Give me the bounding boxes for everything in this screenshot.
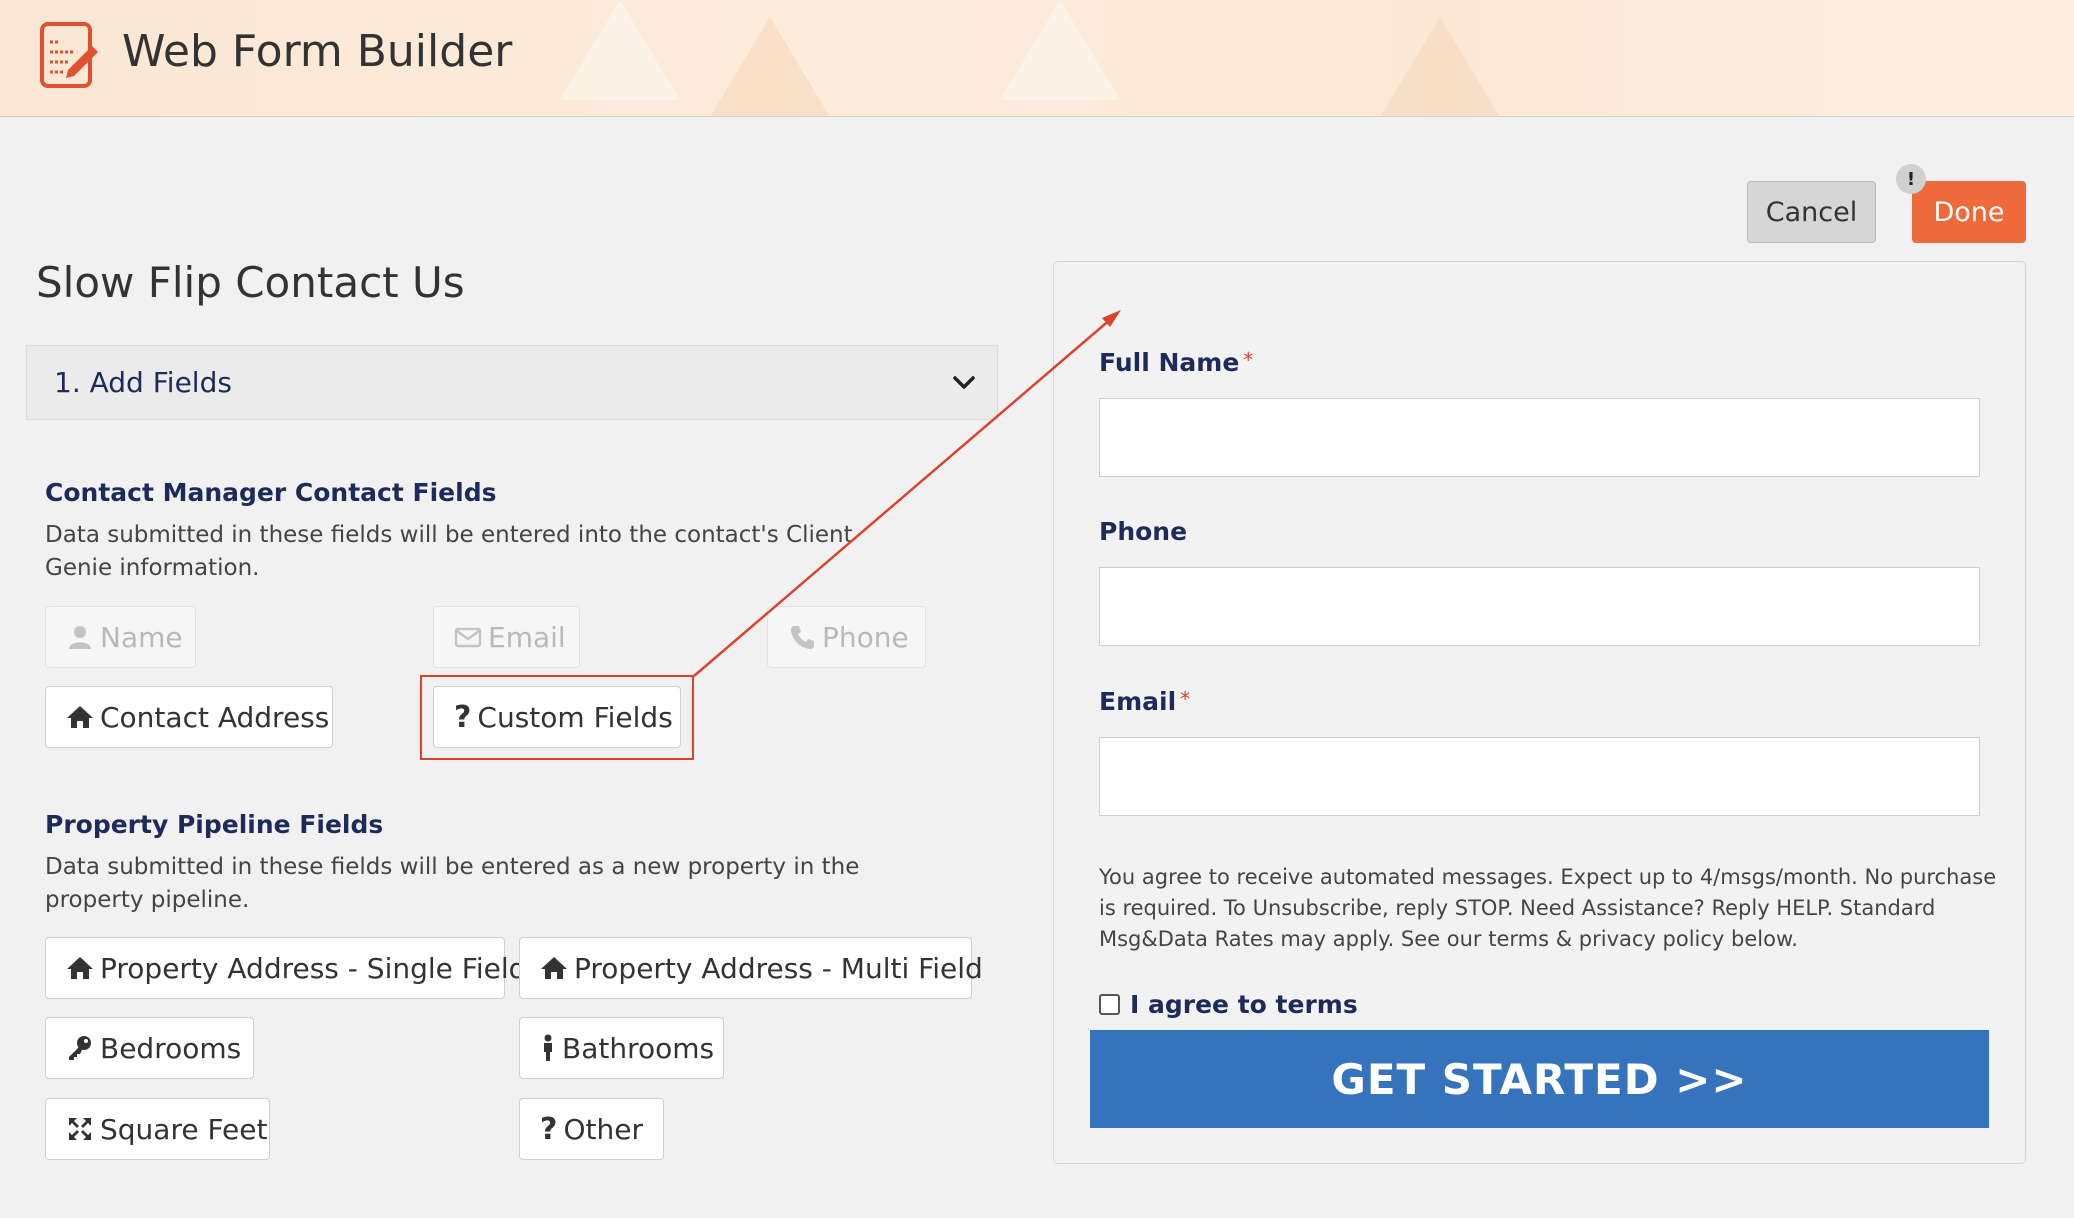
field-button-label: Name — [100, 620, 183, 654]
property-fields-title: Property Pipeline Fields — [45, 810, 384, 839]
person-icon — [540, 1034, 556, 1062]
field-button-other[interactable]: ? Other — [519, 1098, 664, 1160]
get-started-button[interactable]: GET STARTED >> — [1090, 1030, 1989, 1128]
user-icon — [66, 623, 94, 651]
agree-terms-checkbox[interactable] — [1099, 994, 1120, 1015]
field-button-label: Contact Address — [100, 700, 330, 734]
chevron-down-icon[interactable] — [949, 368, 979, 398]
expand-icon — [66, 1115, 94, 1143]
agree-terms-label: I agree to terms — [1130, 990, 1358, 1019]
header-decoration — [710, 17, 830, 116]
email-input[interactable] — [1099, 737, 1980, 816]
header-decoration — [560, 0, 680, 100]
annotation-highlight-box — [420, 675, 694, 760]
form-label-text: Full Name — [1099, 348, 1240, 377]
agree-terms-row[interactable]: I agree to terms — [1099, 990, 1358, 1019]
envelope-icon — [454, 623, 482, 651]
property-fields-description: Data submitted in these fields will be e… — [45, 854, 860, 913]
header-decoration — [1000, 0, 1120, 100]
required-mark: * — [1243, 348, 1254, 372]
warning-badge-icon: ! — [1896, 164, 1926, 194]
accordion-add-fields[interactable]: 1. Add Fields — [26, 345, 998, 420]
form-label-full-name: Full Name * — [1099, 348, 1253, 377]
contact-fields-title: Contact Manager Contact Fields — [45, 478, 497, 507]
field-button-name: Name — [45, 606, 196, 668]
field-button-square-feet[interactable]: Square Feet — [45, 1098, 270, 1160]
app-header: Web Form Builder — [0, 0, 2074, 117]
home-icon — [66, 954, 94, 982]
full-name-input[interactable] — [1099, 398, 1980, 477]
field-button-label: Square Feet — [100, 1112, 268, 1146]
field-button-label: Bathrooms — [562, 1031, 715, 1065]
phone-input[interactable] — [1099, 567, 1980, 646]
header-decoration — [1380, 17, 1500, 116]
field-button-property-address-single[interactable]: Property Address - Single Field — [45, 937, 526, 999]
form-label-text: Phone — [1099, 517, 1188, 546]
phone-icon — [788, 623, 816, 651]
app-title: Web Form Builder — [122, 26, 513, 77]
home-icon — [66, 703, 94, 731]
field-button-phone: Phone — [767, 606, 926, 668]
field-button-label: Bedrooms — [100, 1031, 242, 1065]
field-button-label: Phone — [822, 620, 909, 654]
consent-text: You agree to receive automated messages.… — [1099, 865, 1997, 951]
field-button-property-address-multi[interactable]: Property Address - Multi Field — [519, 937, 983, 999]
field-button-bathrooms[interactable]: Bathrooms — [519, 1017, 724, 1079]
required-mark: * — [1180, 687, 1191, 711]
field-button-label: Other — [563, 1112, 643, 1146]
form-preview-panel: Full Name * Phone Email * You agree to rec… — [1053, 261, 2026, 1164]
field-button-email: Email — [433, 606, 580, 668]
field-button-label: Property Address - Single Field — [100, 951, 527, 985]
question-icon: ? — [540, 1111, 558, 1147]
contact-fields-description: Data submitted in these fields will be e… — [45, 522, 853, 581]
page-title: Slow Flip Contact Us — [36, 258, 465, 307]
field-button-label: Email — [488, 620, 566, 654]
field-button-label: Property Address - Multi Field — [574, 951, 983, 985]
form-label-phone: Phone — [1099, 517, 1187, 546]
form-label-email: Email * — [1099, 687, 1190, 716]
accordion-label: 1. Add Fields — [54, 366, 232, 399]
key-icon — [66, 1034, 94, 1062]
done-button[interactable]: Done — [1912, 181, 2026, 243]
form-edit-icon — [40, 22, 98, 88]
cancel-button[interactable]: Cancel — [1747, 181, 1876, 243]
field-button-contact-address[interactable]: Contact Address — [45, 686, 333, 748]
home-icon — [540, 954, 568, 982]
form-label-text: Email — [1099, 687, 1177, 716]
field-button-bedrooms[interactable]: Bedrooms — [45, 1017, 254, 1079]
